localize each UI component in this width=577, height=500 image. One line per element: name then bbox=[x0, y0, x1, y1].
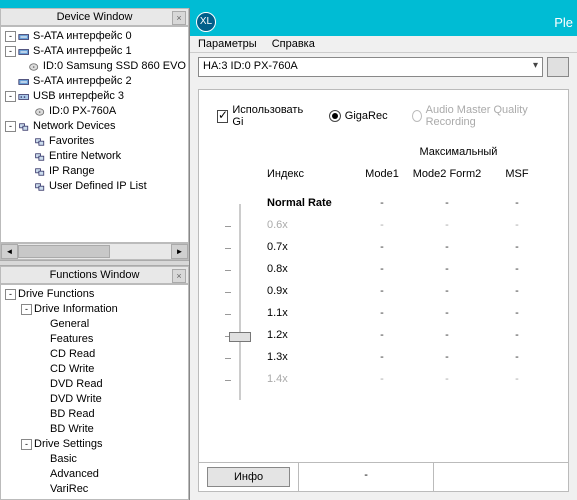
menu-bar: Параметры Справка bbox=[190, 36, 577, 53]
tree-item[interactable]: CD Read bbox=[1, 347, 188, 362]
tree-item[interactable]: BD Write bbox=[1, 422, 188, 437]
tree-item[interactable]: -Drive Functions bbox=[1, 287, 188, 302]
sata-icon bbox=[18, 46, 31, 58]
rate-row: 0.8x--- bbox=[267, 258, 550, 280]
app-titlebar: XL Ple bbox=[190, 8, 577, 36]
tree-item[interactable]: ID:0 PX-760A bbox=[1, 104, 188, 119]
status-cell bbox=[433, 463, 568, 491]
checkbox-icon bbox=[217, 110, 228, 123]
scroll-right-arrow[interactable]: ► bbox=[171, 244, 188, 259]
net-icon bbox=[34, 166, 47, 178]
amqr-radio: Audio Master Quality Recording bbox=[412, 104, 550, 128]
app-title: Ple bbox=[554, 15, 573, 30]
rate-row: 0.7x--- bbox=[267, 236, 550, 258]
rate-row: 1.3x--- bbox=[267, 346, 550, 368]
expander-icon[interactable]: - bbox=[21, 304, 32, 315]
scrollbar-horizontal[interactable]: ◄ ► bbox=[0, 243, 189, 260]
tree-item[interactable]: -Network Devices bbox=[1, 119, 188, 134]
tree-item[interactable]: IP Range bbox=[1, 164, 188, 179]
net-icon bbox=[18, 121, 31, 133]
tree-item[interactable]: -USB интерфейс 3 bbox=[1, 89, 188, 104]
net-icon bbox=[34, 181, 47, 193]
radio-icon bbox=[329, 110, 341, 122]
functions-tree[interactable]: -Drive Functions-Drive InformationGenera… bbox=[0, 284, 189, 500]
slider-thumb[interactable] bbox=[229, 332, 251, 342]
grid-header: Индекс Mode1 Mode2 Form2 MSF bbox=[217, 168, 550, 180]
rate-row: 1.2x--- bbox=[267, 324, 550, 346]
app-logo-icon: XL bbox=[196, 12, 216, 32]
tree-item[interactable]: Entire Network bbox=[1, 149, 188, 164]
tree-item[interactable]: ID:0 Samsung SSD 860 EVO bbox=[1, 59, 188, 74]
rate-row: 1.1x--- bbox=[267, 302, 550, 324]
device-select[interactable]: HA:3 ID:0 PX-760A bbox=[198, 57, 543, 77]
tree-item[interactable]: -S-ATA интерфейс 1 bbox=[1, 44, 188, 59]
tree-item[interactable]: DVD Read bbox=[1, 377, 188, 392]
tree-item[interactable]: -Drive Information bbox=[1, 302, 188, 317]
use-gigarec-checkbox[interactable]: Использовать Gi bbox=[217, 104, 305, 128]
tree-item[interactable]: Basic bbox=[1, 452, 188, 467]
tree-item[interactable]: -Drive Settings bbox=[1, 437, 188, 452]
tree-item[interactable]: -S-ATA интерфейс 0 bbox=[1, 29, 188, 44]
rate-row: 0.9x--- bbox=[267, 280, 550, 302]
tree-item[interactable]: User Defined IP List bbox=[1, 179, 188, 194]
net-icon bbox=[34, 151, 47, 163]
tree-item[interactable]: S-ATA интерфейс 2 bbox=[1, 74, 188, 89]
tree-item[interactable]: Advanced bbox=[1, 467, 188, 482]
expander-icon[interactable]: - bbox=[21, 439, 32, 450]
max-label: Максимальный bbox=[367, 146, 550, 158]
sata-icon bbox=[18, 31, 31, 43]
toolbar-button[interactable] bbox=[547, 57, 569, 77]
tree-item[interactable]: Features bbox=[1, 332, 188, 347]
tree-item[interactable]: VariRec bbox=[1, 482, 188, 497]
tree-item[interactable]: DVD Write bbox=[1, 392, 188, 407]
rate-row-normal: Normal Rate --- bbox=[267, 192, 550, 214]
scroll-left-arrow[interactable]: ◄ bbox=[1, 244, 18, 259]
rate-row: 0.6x--- bbox=[267, 214, 550, 236]
sata-icon bbox=[18, 76, 31, 88]
expander-icon[interactable]: - bbox=[5, 91, 16, 102]
expander-icon[interactable]: - bbox=[5, 31, 16, 42]
expander-icon[interactable]: - bbox=[5, 46, 16, 57]
rate-slider[interactable] bbox=[217, 192, 267, 406]
tree-item[interactable]: BD Read bbox=[1, 407, 188, 422]
usb-icon bbox=[18, 91, 31, 103]
gigarec-radio[interactable]: GigaRec bbox=[329, 110, 388, 122]
disk-icon bbox=[34, 106, 47, 118]
tree-item[interactable]: CD Write bbox=[1, 362, 188, 377]
device-tree[interactable]: -S-ATA интерфейс 0-S-ATA интерфейс 1ID:0… bbox=[0, 26, 189, 243]
net-icon bbox=[34, 136, 47, 148]
menu-help[interactable]: Справка bbox=[272, 38, 315, 50]
expander-icon[interactable]: - bbox=[5, 121, 16, 132]
expander-icon[interactable]: - bbox=[5, 289, 16, 300]
rate-row: 1.4x--- bbox=[267, 368, 550, 390]
close-icon[interactable]: × bbox=[172, 269, 186, 283]
device-window-title: Device Window × bbox=[0, 8, 189, 26]
tree-item[interactable]: General bbox=[1, 317, 188, 332]
tree-item[interactable]: Favorites bbox=[1, 134, 188, 149]
functions-window-title: Functions Window × bbox=[0, 266, 189, 284]
radio-icon bbox=[412, 110, 422, 122]
menu-params[interactable]: Параметры bbox=[198, 38, 257, 50]
info-button[interactable]: Инфо bbox=[207, 467, 290, 487]
disk-icon bbox=[28, 61, 41, 73]
scroll-thumb[interactable] bbox=[18, 245, 110, 258]
status-cell: - bbox=[298, 463, 433, 491]
close-icon[interactable]: × bbox=[172, 11, 186, 25]
